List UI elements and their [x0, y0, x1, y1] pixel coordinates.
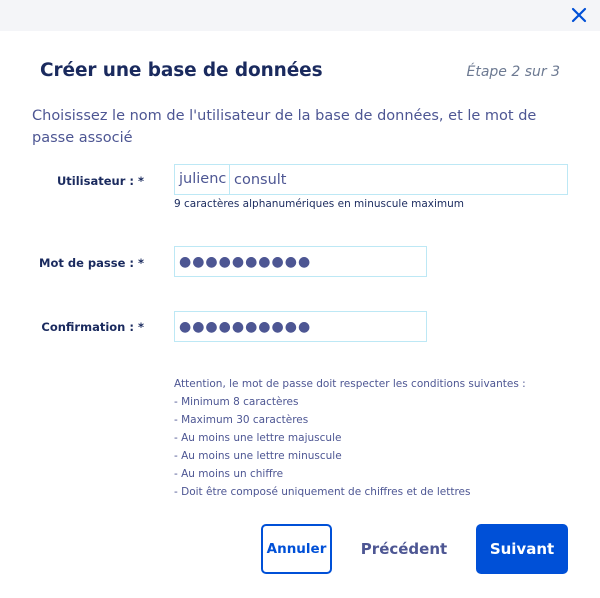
- user-prefix: julienc: [175, 165, 230, 194]
- password-input[interactable]: [175, 247, 426, 276]
- user-field: julienc: [174, 164, 568, 195]
- password-rules: Attention, le mot de passe doit respecte…: [174, 375, 526, 501]
- close-button[interactable]: [568, 4, 590, 26]
- rule-item: - Au moins une lettre minuscule: [174, 450, 342, 462]
- confirm-label: Confirmation : *: [41, 320, 144, 334]
- rule-item: - Au moins une lettre majuscule: [174, 432, 342, 444]
- confirm-input[interactable]: [175, 312, 426, 341]
- dialog-intro: Choisissez le nom de l'utilisateur de la…: [32, 108, 537, 146]
- password-field: [174, 246, 427, 277]
- user-hint: 9 caractères alphanumériques en minuscul…: [174, 198, 465, 210]
- rule-item: - Doit être composé uniquement de chiffr…: [174, 486, 471, 498]
- close-icon: [571, 7, 587, 23]
- dialog-header-bar: [0, 0, 600, 31]
- cancel-button[interactable]: Annuler: [261, 524, 332, 574]
- confirm-field: [174, 311, 427, 342]
- rules-intro: Attention, le mot de passe doit respecte…: [174, 378, 526, 390]
- rule-item: - Maximum 30 caractères: [174, 414, 309, 426]
- rule-item: - Minimum 8 caractères: [174, 396, 299, 408]
- password-label: Mot de passe : *: [39, 256, 144, 270]
- step-indicator: Étape 2 sur 3: [466, 64, 560, 80]
- user-label: Utilisateur : *: [56, 174, 144, 188]
- previous-button[interactable]: Précédent: [352, 524, 456, 574]
- next-button[interactable]: Suivant: [476, 524, 568, 574]
- user-input[interactable]: [230, 165, 566, 194]
- dialog-title: Créer une base de données: [40, 60, 323, 81]
- rule-item: - Au moins un chiffre: [174, 468, 284, 480]
